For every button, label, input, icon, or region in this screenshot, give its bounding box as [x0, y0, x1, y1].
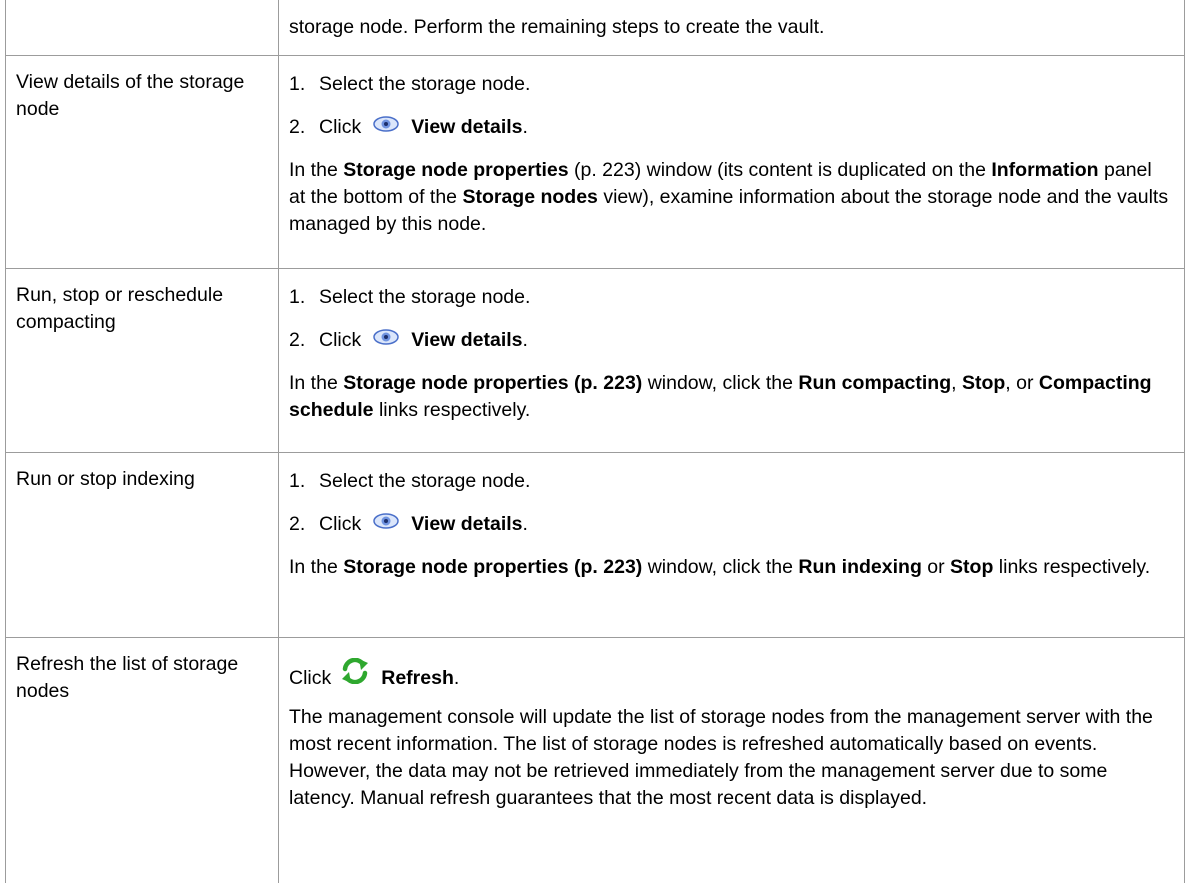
description-cell: Click Refresh. The management console wil… [278, 637, 1185, 883]
continuation-text: storage node. Perform the remaining step… [289, 16, 825, 38]
action-label: Run or stop indexing [16, 468, 195, 490]
document-page: storage node. Perform the remaining step… [0, 0, 1192, 883]
action-label: Run, stop or reschedule compacting [16, 284, 224, 333]
action-label: View details of the storage node [16, 71, 245, 120]
step-number: 1. [289, 470, 306, 492]
step-click-text: Click [289, 667, 332, 689]
step-number: 1. [289, 286, 306, 308]
step-number: 2. [289, 116, 306, 138]
view-details-label: View details [411, 513, 523, 535]
view-details-label: View details [411, 329, 523, 351]
refresh-icon [341, 658, 369, 684]
description-cell: 1. Select the storage node. 2. Click View d… [278, 55, 1185, 269]
step-number: 2. [289, 513, 306, 535]
description-cell: storage node. Perform the remaining step… [278, 0, 1185, 56]
table-row: storage node. Perform the remaining step… [5, 0, 1185, 56]
step-number: 2. [289, 329, 306, 351]
action-label: Refresh the list of storage nodes [16, 653, 239, 702]
step-click-text: Click [319, 513, 362, 535]
step-2: 2. Click View details. [289, 511, 1172, 538]
step-text: Select the storage node. [319, 73, 531, 95]
view-details-icon [373, 328, 399, 346]
action-cell: View details of the storage node [5, 55, 279, 269]
description-cell: 1. Select the storage node. 2. Click View d… [278, 452, 1185, 638]
step-2: 2. Click View details. [289, 327, 1172, 354]
step-1: 1. Select the storage node. [289, 284, 1172, 311]
table-row: Refresh the list of storage nodes Click R… [5, 637, 1185, 883]
step-note: In the Storage node properties (p. 223) … [289, 159, 1169, 235]
step-1: 1. Select the storage node. [289, 468, 1172, 495]
step-1: 1. Select the storage node. [289, 71, 1172, 98]
table-row: View details of the storage node 1. Selec… [5, 55, 1185, 269]
step-text: Select the storage node. [319, 470, 531, 492]
refresh-step: Click Refresh. [289, 658, 1172, 692]
step-note: In the Storage node properties (p. 223) … [289, 372, 1152, 421]
step-click-text: Click [319, 116, 362, 138]
actions-table: storage node. Perform the remaining step… [5, 0, 1185, 883]
step-click-text: Click [319, 329, 362, 351]
step-2: 2. Click View details. [289, 114, 1172, 141]
table-row: Run or stop indexing 1. Select the storag… [5, 452, 1185, 638]
view-details-icon [373, 512, 399, 530]
refresh-label: Refresh [381, 667, 454, 689]
refresh-note: The management console will update the l… [289, 706, 1153, 809]
action-cell: Run or stop indexing [5, 452, 279, 638]
action-cell: Refresh the list of storage nodes [5, 637, 279, 883]
table-row: Run, stop or reschedule compacting 1. Sel… [5, 268, 1185, 453]
step-number: 1. [289, 73, 306, 95]
step-text: Select the storage node. [319, 286, 531, 308]
view-details-icon [373, 115, 399, 133]
action-cell [5, 0, 279, 56]
view-details-label: View details [411, 116, 523, 138]
action-cell: Run, stop or reschedule compacting [5, 268, 279, 453]
description-cell: 1. Select the storage node. 2. Click View d… [278, 268, 1185, 453]
step-note: In the Storage node properties (p. 223) … [289, 556, 1151, 578]
